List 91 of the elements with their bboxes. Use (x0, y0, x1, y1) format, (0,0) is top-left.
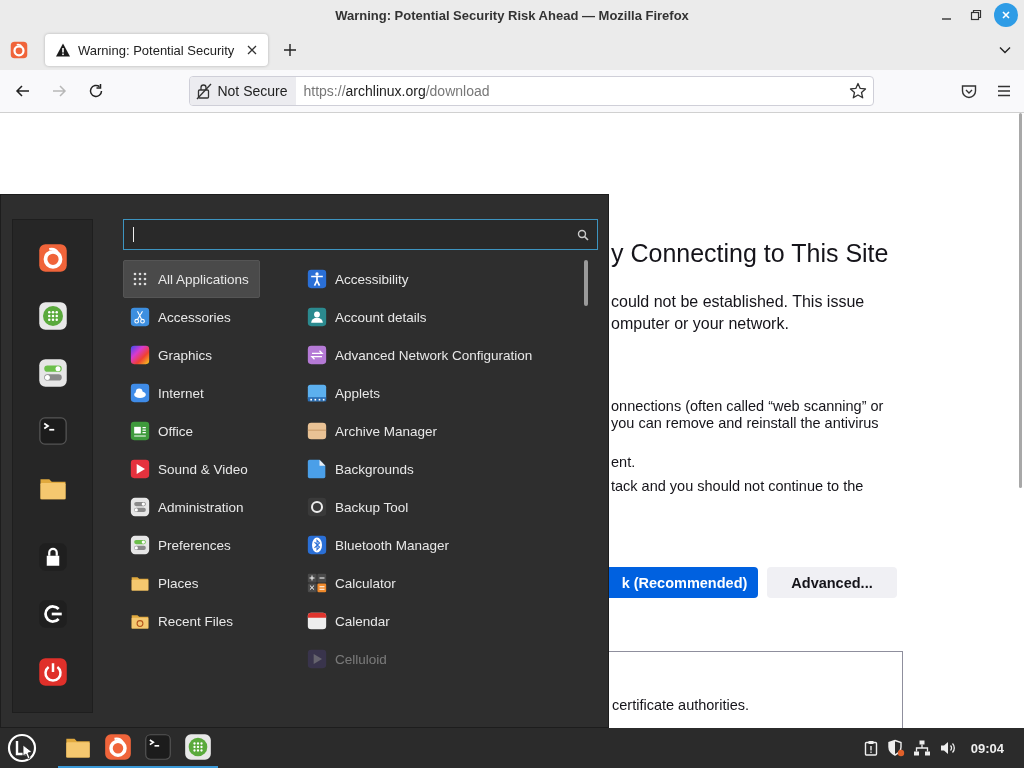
power-icon (37, 656, 68, 687)
application-item[interactable]: Backup Tool (300, 488, 570, 526)
toggle-switches-icon (130, 535, 150, 555)
url-text: https://archlinux.org/download (303, 83, 491, 99)
document-icon (130, 421, 150, 441)
paragraph: tack and you should not continue to the (610, 478, 865, 495)
bluetooth-icon (307, 535, 327, 555)
plus-icon (283, 43, 297, 57)
search-icon (577, 228, 589, 241)
category-item[interactable]: Recent Files (123, 602, 260, 640)
bookmark-star-icon[interactable] (849, 82, 867, 100)
ring-icon (307, 497, 327, 517)
play-icon (307, 649, 327, 669)
application-item[interactable]: Advanced Network Configuration (300, 336, 570, 374)
minimize-icon (941, 18, 951, 20)
color-gradient-icon (130, 345, 150, 365)
panel-icon (307, 383, 327, 403)
close-tab-icon[interactable] (246, 44, 258, 56)
application-item[interactable]: Account details (300, 298, 570, 336)
go-back-button[interactable]: k (Recommended) (609, 567, 758, 598)
address-field[interactable]: Not Secure https://archlinux.org/download (189, 76, 874, 106)
category-item[interactable]: Accessories (123, 298, 260, 336)
advanced-button[interactable]: Advanced... (767, 567, 897, 598)
application-item[interactable]: Bluetooth Manager (300, 526, 570, 564)
category-item[interactable]: All Applications (123, 260, 260, 298)
favorite-launcher[interactable] (37, 656, 68, 687)
application-item[interactable]: Calendar (300, 602, 570, 640)
application-item[interactable]: Applets (300, 374, 570, 412)
details-text: certificate authorities. (612, 697, 749, 713)
fox-logo-icon (10, 41, 28, 59)
favorite-launcher[interactable] (37, 599, 68, 629)
scissors-icon (130, 307, 150, 327)
security-indicator[interactable]: Not Secure (190, 77, 296, 105)
category-item[interactable]: Places (123, 564, 260, 602)
close-icon (1000, 9, 1012, 21)
calendar-icon (307, 611, 327, 631)
application-item[interactable]: Calculator (300, 564, 570, 602)
scrollbar[interactable] (1019, 113, 1022, 488)
favorite-launcher[interactable] (37, 358, 68, 388)
favorite-launcher[interactable] (37, 243, 68, 273)
clipboard-icon[interactable] (862, 740, 879, 756)
paragraph: could not be established. This issue omputer or your network. (610, 292, 866, 334)
browser-tab[interactable]: Warning: Potential Security (45, 34, 268, 66)
category-item[interactable]: Administration (123, 488, 260, 526)
application-item[interactable]: Backgrounds (300, 450, 570, 488)
toggle-switches-icon (130, 497, 150, 517)
app-grid-icon (184, 733, 212, 761)
terminal-icon (37, 415, 68, 446)
favorite-launcher[interactable] (37, 300, 68, 331)
new-tab-button[interactable] (282, 42, 298, 58)
page-heading: y Connecting to This Site (610, 238, 890, 269)
volume-icon[interactable] (938, 739, 957, 757)
close-button[interactable] (994, 3, 1018, 27)
paragraph: ent. (610, 454, 637, 471)
warning-icon (55, 42, 71, 58)
shield-icon[interactable] (886, 739, 905, 757)
window-title: Warning: Potential Security Risk Ahead — Mozilla Firefox (335, 7, 689, 23)
arrows-icon (307, 345, 327, 365)
logo-icon (7, 733, 37, 763)
crossed-lock-icon (196, 82, 213, 100)
category-item[interactable]: Office (123, 412, 260, 450)
restore-icon (970, 9, 982, 21)
cloud-icon (130, 383, 150, 403)
clock[interactable]: 09:04 (970, 740, 1004, 756)
terminal-icon (144, 733, 172, 761)
person-icon (307, 269, 327, 289)
category-item[interactable]: Preferences (123, 526, 260, 564)
category-item[interactable]: Sound & Video (123, 450, 260, 488)
category-item[interactable]: Graphics (123, 336, 260, 374)
network-icon[interactable] (912, 739, 931, 757)
toggle-switches-icon (37, 358, 68, 388)
user-icon (307, 307, 327, 327)
favorite-launcher[interactable] (37, 415, 68, 446)
padlock-icon (37, 541, 68, 572)
app-grid-icon (37, 300, 68, 331)
fox-logo-icon (104, 733, 132, 761)
paragraph: onnections (often called “web scanning” or you can remove and reinstall the antivirus (610, 398, 885, 432)
play-icon (130, 459, 150, 479)
application-item[interactable]: Archive Manager (300, 412, 570, 450)
category-item[interactable]: Internet (123, 374, 260, 412)
text-cursor (133, 227, 134, 242)
calculator-icon (307, 573, 327, 593)
scrollbar[interactable] (584, 260, 588, 306)
favorite-launcher[interactable] (37, 541, 68, 572)
fox-logo-icon (37, 243, 68, 273)
logout-icon (37, 599, 68, 629)
search-field[interactable] (123, 219, 598, 250)
picture-page-icon (307, 459, 327, 479)
archive-box-icon (307, 421, 327, 441)
application-item[interactable]: Accessibility (300, 260, 570, 298)
pocket-icon (959, 82, 978, 100)
